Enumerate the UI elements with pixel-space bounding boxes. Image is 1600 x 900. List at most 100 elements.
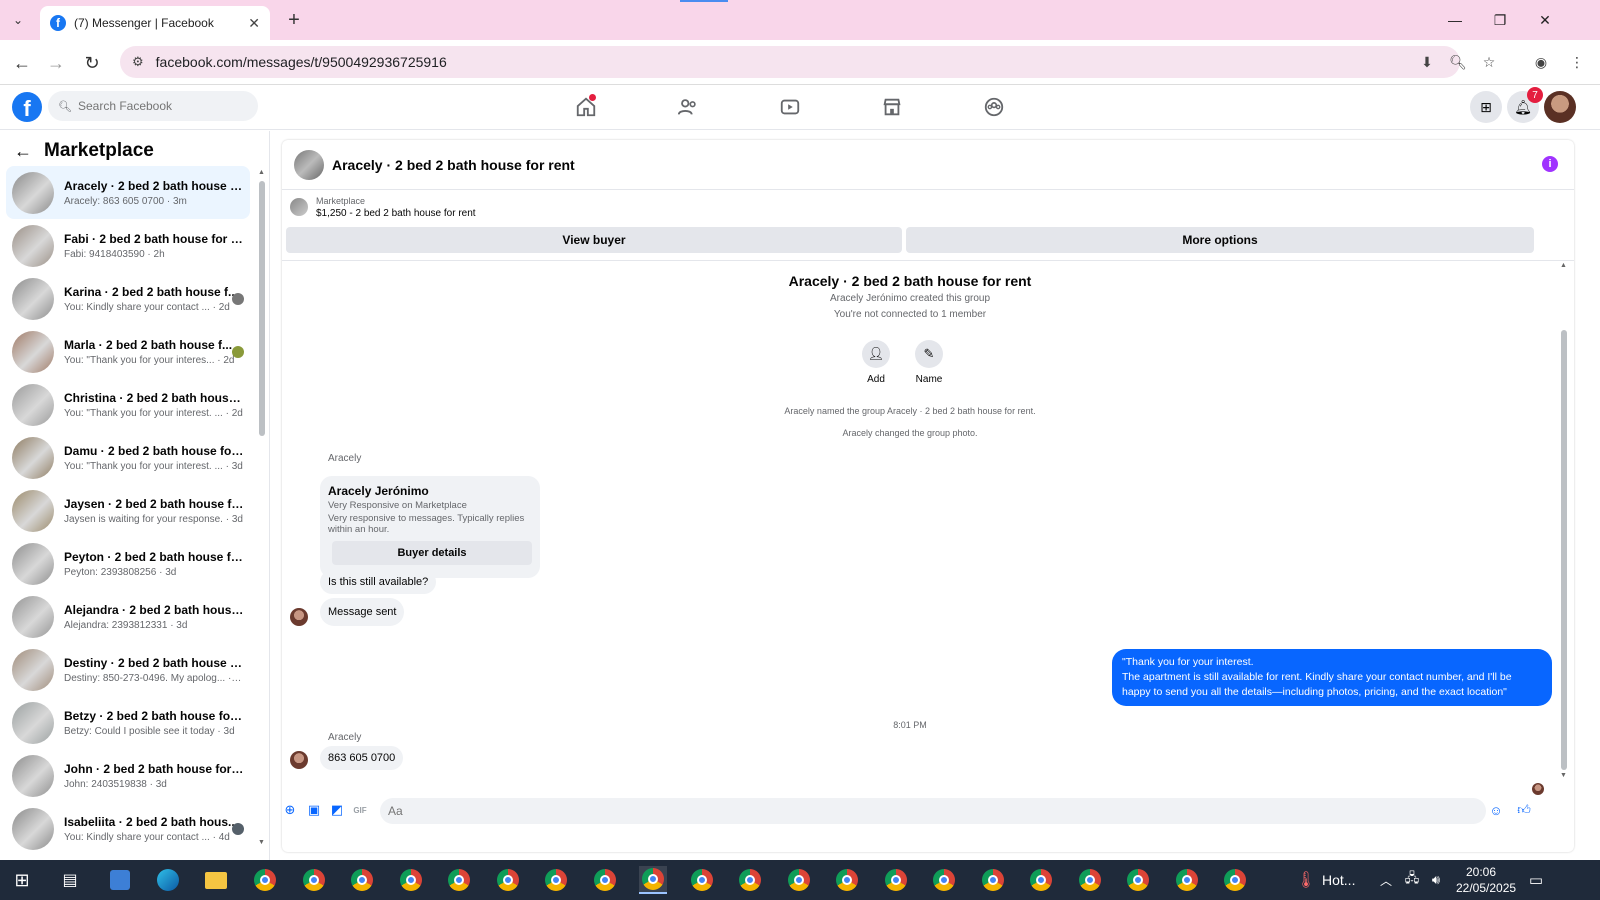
buyer-details-button[interactable]: Buyer details — [332, 541, 532, 565]
conversation-item[interactable]: Karina · 2 bed 2 bath house f... You: Kin… — [6, 272, 250, 325]
bookmark-star-icon[interactable]: ☆ — [1478, 51, 1500, 73]
nav-friends[interactable] — [668, 92, 708, 122]
chrome-window-icon[interactable] — [1027, 866, 1055, 894]
conversation-item[interactable]: Christina · 2 bed 2 bath house f... You: … — [6, 378, 250, 431]
message-input[interactable] — [380, 798, 1486, 824]
clock-date[interactable]: 22/05/2025 — [1456, 881, 1516, 895]
restore-button[interactable]: ❐ — [1485, 8, 1515, 32]
chrome-window-icon[interactable] — [736, 866, 764, 894]
nav-home[interactable] — [566, 92, 606, 122]
windows-start-icon[interactable]: ⊞ — [8, 866, 36, 894]
sender-avatar[interactable] — [290, 608, 308, 626]
chat-scrollbar[interactable]: ▲ ▼ — [1560, 262, 1568, 782]
omnibox[interactable]: ⚙ facebook.com/messages/t/95004929367259… — [120, 46, 1460, 78]
chrome-window-icon[interactable] — [251, 866, 279, 894]
chrome-window-icon[interactable] — [1221, 866, 1249, 894]
edit-name-button[interactable]: ✎ — [915, 340, 943, 368]
minimize-button[interactable]: — — [1440, 8, 1470, 32]
scroll-down-icon[interactable]: ▼ — [258, 839, 265, 846]
task-view-icon[interactable]: ▤ — [56, 866, 84, 894]
chrome-window-icon[interactable] — [542, 866, 570, 894]
facebook-search[interactable]: 🔍︎ — [48, 91, 258, 121]
conversation-item[interactable]: Alejandra · 2 bed 2 bath house ... Alejan… — [6, 590, 250, 643]
message-bubble[interactable]: Message sent — [320, 598, 405, 626]
group-thumbnail[interactable] — [294, 149, 324, 180]
nav-groups[interactable] — [974, 92, 1014, 122]
close-window-button[interactable]: ✕ — [1530, 8, 1560, 32]
view-buyer-button[interactable]: View buyer — [286, 227, 902, 253]
notifications-bell-icon[interactable]: 🔔︎ 7 — [1507, 87, 1543, 123]
scrollbar-thumb[interactable] — [1561, 330, 1567, 770]
conversation-item[interactable]: John · 2 bed 2 bath house for r... John: … — [6, 749, 250, 802]
add-member-button[interactable]: 👤︎ — [862, 340, 890, 368]
browser-tab[interactable]: f (7) Messenger | Facebook ✕ — [40, 6, 270, 40]
gif-icon[interactable]: GIF — [352, 802, 368, 818]
clock-time[interactable]: 20:06 — [1466, 865, 1496, 879]
edge-icon[interactable] — [154, 866, 182, 894]
chrome-window-icon[interactable] — [1076, 866, 1104, 894]
browser-menu-icon[interactable]: ⋮ — [1566, 51, 1588, 73]
info-icon[interactable]: i — [1542, 156, 1558, 172]
conversation-item[interactable]: Fabi · 2 bed 2 bath house for rent Fabi: … — [6, 219, 250, 272]
chrome-window-icon[interactable] — [1173, 866, 1201, 894]
chrome-window-icon[interactable] — [397, 866, 425, 894]
chrome-window-icon[interactable] — [785, 866, 813, 894]
conversation-item[interactable]: Jaysen · 2 bed 2 bath house for ... Jayse… — [6, 484, 250, 537]
url-text[interactable]: facebook.com/messages/t/9500492936725916 — [156, 54, 447, 70]
conversation-item[interactable]: Betzy · 2 bed 2 bath house for r... Betzy… — [6, 696, 250, 749]
reload-button[interactable]: ↻ — [80, 51, 104, 75]
chrome-window-icon[interactable] — [494, 866, 522, 894]
install-app-icon[interactable]: ⬇ — [1416, 51, 1438, 73]
conversation-item[interactable]: Marla · 2 bed 2 bath house f... You: "Tha… — [6, 325, 250, 378]
conversation-item[interactable]: Damu · 2 bed 2 bath house for ... You: "T… — [6, 431, 250, 484]
profile-icon[interactable]: ◉ — [1530, 51, 1552, 73]
scroll-up-icon[interactable]: ▲ — [258, 169, 265, 176]
chrome-window-icon[interactable] — [1124, 866, 1152, 894]
chrome-window-icon[interactable] — [445, 866, 473, 894]
back-button[interactable]: ← — [10, 51, 34, 75]
back-arrow-icon[interactable]: ← — [14, 141, 32, 162]
app-icon[interactable] — [106, 866, 134, 894]
tab-close-icon[interactable]: ✕ — [248, 15, 260, 32]
chrome-window-icon[interactable] — [979, 866, 1007, 894]
message-bubble[interactable]: 863 605 0700 — [320, 746, 404, 770]
listing-summary[interactable]: Marketplace $1,250 - 2 bed 2 bath house … — [290, 196, 476, 219]
chrome-window-icon[interactable] — [348, 866, 376, 894]
nav-marketplace[interactable] — [872, 92, 912, 122]
scrollbar-thumb[interactable] — [259, 181, 265, 436]
conversation-item[interactable]: Isabeliita · 2 bed 2 bath hous... You: Ki… — [6, 802, 250, 855]
chrome-window-icon[interactable] — [688, 866, 716, 894]
chat-title[interactable]: Aracely · 2 bed 2 bath house for rent — [332, 157, 575, 173]
tray-chevron-icon[interactable]: ︿ — [1372, 866, 1400, 894]
chrome-window-icon[interactable] — [882, 866, 910, 894]
scroll-down-icon[interactable]: ▼ — [1560, 772, 1567, 779]
zoom-icon[interactable]: 🔍︎ — [1447, 51, 1469, 73]
forward-button[interactable]: → — [44, 51, 68, 75]
weather-text[interactable]: Hot... — [1322, 872, 1355, 888]
message-bubble[interactable]: Is this still available? — [320, 570, 437, 594]
chrome-window-icon[interactable] — [833, 866, 861, 894]
conversation-item[interactable]: Peyton · 2 bed 2 bath house for... Peyton… — [6, 537, 250, 590]
new-tab-button[interactable]: + — [282, 8, 306, 32]
thumbs-up-icon[interactable]: 👍︎ — [1516, 802, 1532, 818]
chrome-window-icon[interactable] — [591, 866, 619, 894]
file-explorer-icon[interactable] — [202, 866, 230, 894]
sender-avatar[interactable] — [290, 751, 308, 769]
plus-circle-icon[interactable]: ⊕ — [282, 802, 298, 818]
sidebar-scrollbar[interactable]: ▲ ▼ — [258, 169, 266, 849]
sticker-icon[interactable]: ◩ — [329, 802, 345, 818]
chrome-window-icon[interactable] — [639, 866, 667, 894]
emoji-icon[interactable]: ☺ — [1488, 802, 1504, 818]
conversation-item[interactable]: Aracely · 2 bed 2 bath house fo... Aracel… — [6, 166, 250, 219]
notification-center-icon[interactable]: ▭ — [1522, 866, 1550, 894]
menu-grid-icon[interactable]: ⊞ — [1470, 91, 1502, 123]
search-input[interactable] — [77, 99, 248, 113]
photo-icon[interactable]: ▣ — [306, 802, 322, 818]
outgoing-message-bubble[interactable]: "Thank you for your interest. The apartm… — [1112, 649, 1552, 706]
site-info-icon[interactable]: ⚙ — [132, 54, 144, 70]
facebook-logo-icon[interactable]: f — [12, 92, 42, 122]
chrome-window-icon[interactable] — [300, 866, 328, 894]
conversation-item[interactable]: Destiny · 2 bed 2 bath house fo... Destin… — [6, 643, 250, 696]
volume-icon[interactable]: 🔊︎ — [1422, 866, 1450, 894]
nav-video[interactable] — [770, 92, 810, 122]
